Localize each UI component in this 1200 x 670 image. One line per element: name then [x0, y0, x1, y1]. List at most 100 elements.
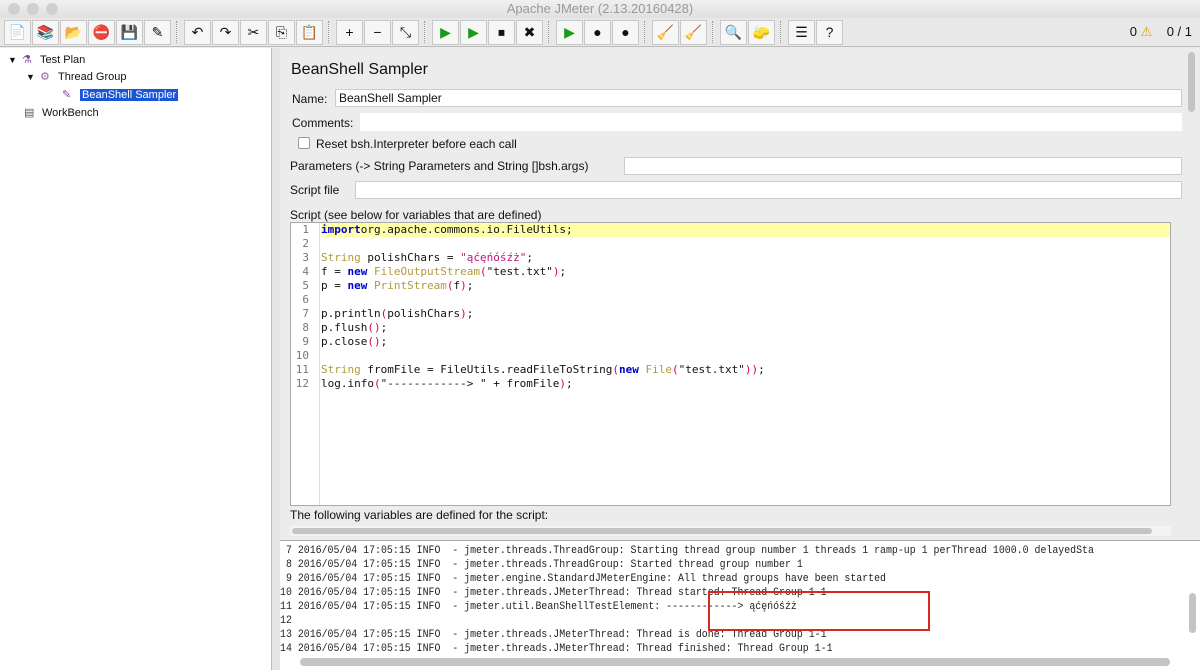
tree-item-beanshell-sampler[interactable]: ✎ BeanShell Sampler: [62, 87, 179, 103]
reset-interpreter-checkbox[interactable]: [298, 137, 310, 149]
minimize-window-button[interactable]: [27, 3, 39, 15]
save-icon: 💾: [120, 23, 139, 40]
vertical-scrollbar[interactable]: [1186, 52, 1196, 532]
line-number: 9: [302, 335, 309, 348]
help-button[interactable]: ?: [816, 19, 843, 45]
line-number: 3: [302, 251, 309, 264]
new-button[interactable]: 📄: [4, 19, 31, 45]
log-line: 14 2016/05/04 17:05:15 INFO - jmeter.thr…: [280, 643, 833, 655]
log-line: 12: [280, 615, 292, 627]
search-button[interactable]: 🔍: [720, 19, 747, 45]
code-token: ;: [380, 321, 388, 334]
log-line: 13 2016/05/04 17:05:15 INFO - jmeter.thr…: [280, 629, 827, 641]
log-line: 8 2016/05/04 17:05:15 INFO - jmeter.thre…: [280, 559, 803, 571]
reset-interpreter-label: Reset bsh.Interpreter before each call: [316, 137, 517, 151]
clear-all-button[interactable]: 🧹: [680, 19, 707, 45]
sampler-panel: BeanShell Sampler Name: BeanShell Sample…: [280, 48, 1200, 540]
remote-shutdown-all-icon: ●: [621, 24, 630, 40]
toolbar-separator: [712, 21, 720, 43]
variables-footer: The following variables are defined for …: [290, 508, 549, 522]
help-icon: ?: [825, 24, 834, 40]
code-line: p = new PrintStream(f);: [321, 279, 1170, 293]
panel-title: BeanShell Sampler: [291, 61, 428, 78]
script-file-label: Script file: [290, 183, 340, 197]
undo-button[interactable]: ↶: [184, 19, 211, 45]
clear-all-icon: 🧹: [684, 23, 703, 40]
code-token: new: [347, 279, 368, 292]
collapse-button[interactable]: −: [364, 19, 391, 45]
open-button[interactable]: 📂: [60, 19, 87, 45]
code-token: p.flush: [321, 321, 368, 334]
code-token: "test.txt": [486, 265, 553, 278]
cut-icon: ✂: [247, 23, 260, 40]
warning-icon[interactable]: ⚠: [1141, 24, 1153, 39]
save-button[interactable]: 💾: [116, 19, 143, 45]
tree-item-thread-group[interactable]: ▼ ⚙ Thread Group: [26, 69, 126, 85]
expand-button[interactable]: +: [336, 19, 363, 45]
code-token: ;: [466, 279, 474, 292]
remote-start-all-button[interactable]: ▶: [556, 19, 583, 45]
zoom-window-button[interactable]: [46, 3, 58, 15]
reset-search-button[interactable]: 🧽: [748, 19, 775, 45]
code-token: "------------> " + fromFile: [380, 377, 560, 390]
stop-button[interactable]: ⏹: [488, 19, 515, 45]
log-line: 11 2016/05/04 17:05:15 INFO - jmeter.uti…: [280, 601, 797, 613]
code-token: import: [321, 223, 361, 236]
shutdown-button[interactable]: ✖: [516, 19, 543, 45]
reset-search-icon: 🧽: [752, 23, 771, 40]
close-button[interactable]: ⛔: [88, 19, 115, 45]
new-icon: 📄: [8, 23, 27, 40]
line-number: 7: [302, 307, 309, 320]
remote-shutdown-all-button[interactable]: ●: [612, 19, 639, 45]
paste-icon: 📋: [300, 23, 319, 40]
parameters-field[interactable]: [624, 157, 1182, 175]
script-editor[interactable]: 1 2 3 4 5 6 7 8 9 10 11 12 importorg.apache.commons…: [290, 222, 1171, 506]
toggle-button[interactable]: ⤡: [392, 19, 419, 45]
copy-button[interactable]: ⎘: [268, 19, 295, 45]
code-token: ;: [526, 251, 533, 264]
status-area: 0 ⚠ 0 / 1: [1130, 24, 1192, 40]
code-token: p.println: [321, 307, 381, 320]
code-token: FileOutputStream: [367, 265, 480, 278]
line-number: 6: [302, 293, 309, 306]
function-helper-button[interactable]: ☰: [788, 19, 815, 45]
redo-icon: ↷: [219, 23, 232, 40]
spool-icon: ⚙: [40, 71, 50, 83]
close-window-button[interactable]: [8, 3, 20, 15]
code-token: ): [460, 307, 467, 320]
script-label: Script (see below for variables that are…: [290, 208, 542, 222]
paste-button[interactable]: 📋: [296, 19, 323, 45]
log-horizontal-scrollbar[interactable]: [300, 658, 1170, 666]
splitter[interactable]: [272, 48, 280, 670]
save-as-button[interactable]: ✎: [144, 19, 171, 45]
name-field[interactable]: BeanShell Sampler: [335, 89, 1182, 107]
tree-label: WorkBench: [42, 107, 99, 119]
log-vertical-scrollbar[interactable]: [1189, 593, 1196, 633]
comments-field[interactable]: [360, 113, 1182, 131]
clear-button[interactable]: 🧹: [652, 19, 679, 45]
error-count: 0: [1129, 24, 1137, 39]
test-plan-tree: ▼ ⚗ Test Plan ▼ ⚙ Thread Group ✎ BeanShell Sa…: [0, 48, 272, 670]
start-no-pauses-button[interactable]: ▶: [460, 19, 487, 45]
code-token: f =: [321, 265, 348, 278]
redo-button[interactable]: ↷: [212, 19, 239, 45]
code-token: "test.txt": [678, 363, 745, 376]
window-title: Apache JMeter (2.13.20160428): [506, 1, 694, 16]
pipette-icon: ✎: [62, 89, 72, 101]
cut-button[interactable]: ✂: [240, 19, 267, 45]
remote-stop-all-button[interactable]: ●: [584, 19, 611, 45]
code-token: )): [744, 363, 759, 376]
horizontal-scrollbar[interactable]: [290, 526, 1171, 536]
tree-label: BeanShell Sampler: [80, 89, 179, 101]
thread-count: 0 / 1: [1166, 24, 1192, 39]
close-icon: ⛔: [92, 23, 111, 40]
script-code[interactable]: importorg.apache.commons.io.FileUtils; S…: [321, 223, 1170, 391]
templates-button[interactable]: 📚: [32, 19, 59, 45]
script-file-field[interactable]: [355, 181, 1182, 199]
log-viewer: 7 2016/05/04 17:05:15 INFO - jmeter.thre…: [280, 540, 1200, 670]
line-number: 10: [295, 349, 309, 362]
start-button[interactable]: ▶: [432, 19, 459, 45]
tree-item-test-plan[interactable]: ▼ ⚗ Test Plan: [8, 52, 85, 68]
tree-item-workbench[interactable]: ▤ WorkBench: [24, 105, 99, 121]
